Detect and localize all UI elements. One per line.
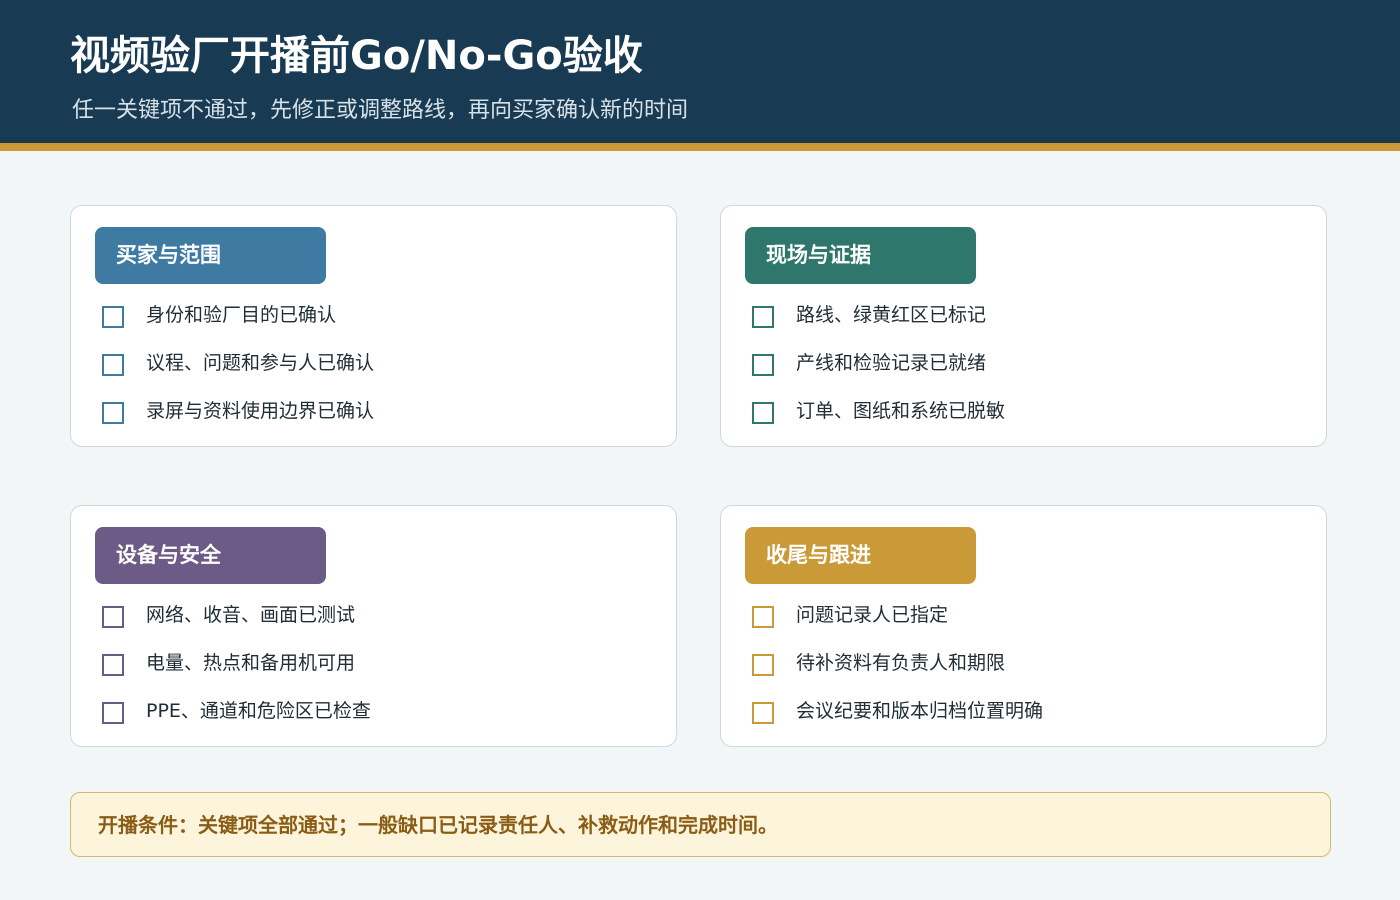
- go-condition-text: 开播条件：关键项全部通过；一般缺口已记录责任人、补救动作和完成时间。: [98, 813, 778, 837]
- checkbox[interactable]: [102, 354, 124, 376]
- checkbox[interactable]: [752, 402, 774, 424]
- checkbox[interactable]: [102, 606, 124, 628]
- checklist-item-label: 录屏与资料使用边界已确认: [146, 400, 375, 422]
- checklist-item-label: 网络、收音、画面已测试: [146, 604, 356, 626]
- card-wrap-up: 收尾与跟进 问题记录人已指定 待补资料有负责人和期限 会议纪要和版本归档位置明确: [720, 505, 1327, 747]
- checklist-item-label: 身份和验厂目的已确认: [146, 304, 337, 326]
- card-buyer-scope: 买家与范围 身份和验厂目的已确认 议程、问题和参与人已确认 录屏与资料使用边界已…: [70, 205, 677, 447]
- checklist-item-label: 订单、图纸和系统已脱敏: [796, 400, 1006, 422]
- checklist-item-label: 待补资料有负责人和期限: [796, 652, 1006, 674]
- checklist-item-label: 会议纪要和版本归档位置明确: [796, 700, 1044, 722]
- checklist-item-label: PPE、通道和危险区已检查: [146, 700, 371, 722]
- checklist-item-label: 路线、绿黄红区已标记: [796, 304, 987, 326]
- card-title-wrap-up: 收尾与跟进: [745, 527, 976, 584]
- checkbox[interactable]: [752, 702, 774, 724]
- card-title-equipment-safety: 设备与安全: [95, 527, 326, 584]
- header-accent-rule: [0, 143, 1400, 151]
- card-title-site-evidence: 现场与证据: [745, 227, 976, 284]
- checkbox[interactable]: [102, 402, 124, 424]
- go-condition-note: 开播条件：关键项全部通过；一般缺口已记录责任人、补救动作和完成时间。: [70, 792, 1331, 857]
- checkbox[interactable]: [102, 654, 124, 676]
- page-subtitle: 任一关键项不通过，先修正或调整路线，再向买家确认新的时间: [72, 98, 689, 123]
- page-header: 视频验厂开播前Go/No-Go验收 任一关键项不通过，先修正或调整路线，再向买家…: [0, 0, 1400, 143]
- checkbox[interactable]: [102, 702, 124, 724]
- checklist-item-label: 问题记录人已指定: [796, 604, 949, 626]
- card-site-evidence: 现场与证据 路线、绿黄红区已标记 产线和检验记录已就绪 订单、图纸和系统已脱敏: [720, 205, 1327, 447]
- card-title-buyer-scope: 买家与范围: [95, 227, 326, 284]
- checkbox[interactable]: [752, 606, 774, 628]
- checkbox[interactable]: [752, 354, 774, 376]
- page-title: 视频验厂开播前Go/No-Go验收: [70, 33, 643, 79]
- checklist-item-label: 电量、热点和备用机可用: [146, 652, 356, 674]
- checkbox[interactable]: [102, 306, 124, 328]
- checklist-item-label: 议程、问题和参与人已确认: [146, 352, 375, 374]
- card-equipment-safety: 设备与安全 网络、收音、画面已测试 电量、热点和备用机可用 PPE、通道和危险区…: [70, 505, 677, 747]
- checkbox[interactable]: [752, 654, 774, 676]
- checkbox[interactable]: [752, 306, 774, 328]
- checklist-item-label: 产线和检验记录已就绪: [796, 352, 987, 374]
